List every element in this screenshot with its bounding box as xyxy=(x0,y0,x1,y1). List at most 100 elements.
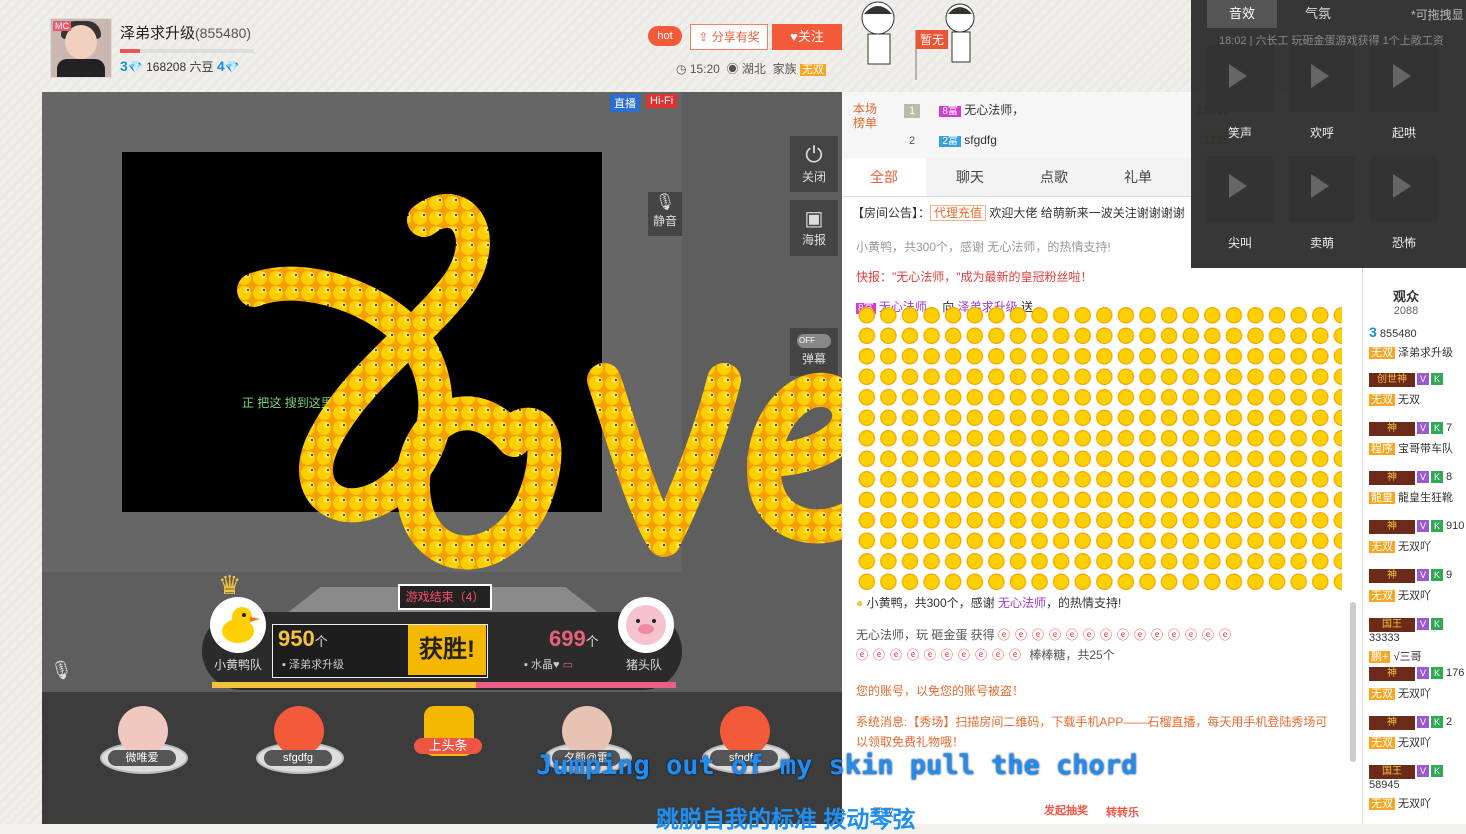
lollipop-icons: ⓔⓔⓔⓔⓔⓔⓔⓔⓔⓔ xyxy=(856,648,1027,662)
tab-sound-effects[interactable]: 音效 xyxy=(1207,0,1277,28)
wealth-badge: 8富 xyxy=(939,106,961,117)
lyric-chinese: 跳脱自我的标准 拨动琴弦 xyxy=(656,806,916,832)
audience-row[interactable]: 神VK 7 程序 宝哥带车队 xyxy=(1369,422,1466,470)
tab-all[interactable]: 全部 xyxy=(842,158,926,196)
user-id: 33333 xyxy=(1369,632,1400,644)
fan-avatar xyxy=(118,706,168,756)
level-badge: 神 xyxy=(1369,520,1415,534)
share-button[interactable]: ⇪ 分享有奖 xyxy=(690,24,768,50)
user-id: 2 xyxy=(1443,716,1453,728)
user-name: 泽弟求升级 xyxy=(1395,347,1454,359)
vip-badge: V xyxy=(1417,471,1429,483)
effect-cute[interactable] xyxy=(1289,156,1355,222)
audience-row[interactable]: 神VK 9 无双 无双吖 xyxy=(1369,569,1466,617)
pk-progress-left xyxy=(212,682,476,688)
chat-message: 小黄鸭，共300个，感谢 无心法师，的热情支持! xyxy=(856,240,1111,254)
egg-message: 无心法师，玩 砸金蛋 获得 ⓔⓔⓔⓔⓔⓔⓔⓔⓔⓔⓔⓔⓔⓔ xyxy=(856,628,1237,642)
host-avatar[interactable]: MC xyxy=(50,18,112,78)
beans-count: 168208 六豆 xyxy=(146,60,214,74)
fan-item[interactable]: sfgdfg xyxy=(248,698,348,798)
play-icon xyxy=(1229,174,1247,198)
user-id: 176 xyxy=(1443,667,1465,679)
fan-avatar xyxy=(274,706,324,756)
diamond-icon: 💎 xyxy=(224,60,240,74)
effect-cheer[interactable] xyxy=(1289,46,1355,112)
k-badge: K xyxy=(1431,618,1443,630)
tab-audience[interactable]: 观众 2088 xyxy=(1369,274,1443,317)
crown-icon: ♛ xyxy=(218,570,242,600)
audience-row[interactable]: 3 855480 无双 泽弟求升级 xyxy=(1369,324,1466,372)
tab-chat[interactable]: 聊天 xyxy=(928,158,1012,196)
hifi-badge[interactable]: Hi-Fi xyxy=(646,94,678,108)
effect-label: 起哄 xyxy=(1391,126,1416,140)
level-badge: 神 xyxy=(1369,716,1415,730)
family-tag: 无双 xyxy=(1369,590,1395,602)
audience-row[interactable]: 神VK 910 无双 无双吖 xyxy=(1369,520,1466,568)
duck-team-label: 小黄鸭队 xyxy=(214,658,263,672)
effect-laugh[interactable] xyxy=(1207,46,1273,112)
audience-row[interactable]: 国王 V K 33333 鹏+ √三哥 xyxy=(1369,618,1466,666)
k-badge: K xyxy=(1431,422,1443,434)
vip-badge: V xyxy=(1417,569,1429,581)
rank-row[interactable]: 1 8富 无心法师， 15190 xyxy=(904,96,1230,124)
level-badge: 神 xyxy=(1369,422,1415,436)
fan-item[interactable]: sfgdfg xyxy=(694,698,794,798)
wealth-badge: 2富 xyxy=(939,136,961,147)
level-left: 3 xyxy=(120,58,128,74)
room-notice: 【房间公告】： 代理充值 欢迎大佬 给萌新来一波关注谢谢谢谢 xyxy=(852,205,1185,221)
audience-row[interactable]: 神VK 176 无双 无双吖 xyxy=(1369,667,1466,715)
rank-row[interactable]: 2 2富 sfgdfg 1710 xyxy=(904,126,1230,154)
live-badge: 直播 xyxy=(610,94,640,112)
audience-row[interactable]: 神VK 8 龍皇 龍皇生狂靴 xyxy=(1369,471,1466,519)
chat-scrollbar[interactable] xyxy=(1350,602,1356,762)
ranking-label[interactable]: 本场榜单 xyxy=(852,102,878,130)
location: 湖北 xyxy=(741,62,766,76)
fan-name: sfgdfg xyxy=(264,750,332,766)
level-badge: 神 xyxy=(1369,569,1415,583)
duck-team-avatar[interactable] xyxy=(210,597,266,653)
tab-songs[interactable]: 点歌 xyxy=(1012,158,1096,196)
love-ducks-animation xyxy=(237,194,881,570)
effect-boo[interactable] xyxy=(1371,46,1437,112)
pig-team-avatar[interactable] xyxy=(618,597,674,653)
live-time: 15:20 xyxy=(689,62,720,76)
follow-button[interactable]: ♥关注 xyxy=(772,24,842,50)
voice-icon[interactable]: 🎙 xyxy=(50,660,73,681)
effect-horror[interactable] xyxy=(1371,156,1437,222)
lyric-english: Jumping out of my skin pull the chord xyxy=(536,750,1138,781)
effect-scream[interactable] xyxy=(1207,156,1273,222)
audience-row[interactable]: 国王 V K 58945 无双 无双吖 xyxy=(1369,765,1466,813)
play-icon xyxy=(1311,64,1329,88)
diamond-icon: 💎 xyxy=(127,60,143,74)
family-tag[interactable]: 无双 xyxy=(799,64,826,76)
duck-icon xyxy=(222,607,260,643)
headline-button[interactable]: 上头条 xyxy=(398,698,498,798)
family-tag: 程序 xyxy=(1369,443,1395,455)
audience-row[interactable]: 创世神 V K 无双 无双 xyxy=(1369,373,1466,421)
fan-item[interactable]: 夕颜@雷 xyxy=(536,698,636,798)
family-tag: 龍皇 xyxy=(1369,492,1395,504)
lottery-button[interactable]: 发起抽奖 xyxy=(1044,802,1088,818)
candy-message: ⓔⓔⓔⓔⓔⓔⓔⓔⓔⓔ 棒棒糖，共25个 xyxy=(856,648,1115,662)
game-over-label: 游戏结束（4） xyxy=(398,584,492,610)
family-tag: 无双 xyxy=(1369,347,1395,359)
user-name: 龍皇生狂靴 xyxy=(1395,492,1454,504)
user-name: 宝哥带车队 xyxy=(1395,443,1454,455)
user-name: 无双吖 xyxy=(1395,688,1432,700)
tab-gifts[interactable]: 礼单 xyxy=(1096,158,1180,196)
room-id: (855480) xyxy=(195,25,252,41)
family-tag: 无双 xyxy=(1369,541,1395,553)
right-score: 699个 xyxy=(549,626,599,651)
user-name: 无双吖 xyxy=(1395,737,1432,749)
play-icon xyxy=(1229,64,1247,88)
tab-atmosphere[interactable]: 气氛 xyxy=(1283,0,1353,28)
audience-row[interactable]: 神VK 2 无双 无双吖 xyxy=(1369,716,1466,764)
video-player[interactable]: 直播 Hi-Fi 🎙 静音 正 把这 搜到这里 ⏻ 关闭 ▣ 海报 OFF 弹幕 游戏结… xyxy=(42,92,881,692)
spin-button[interactable]: 转转乐 xyxy=(1106,804,1139,820)
fan-item[interactable]: 微唯爱 xyxy=(92,698,192,798)
win-badge: 获胜! xyxy=(408,625,486,675)
pig-icon xyxy=(626,605,666,645)
effect-label: 尖叫 xyxy=(1227,236,1252,250)
user-name: 无双吖 xyxy=(1395,590,1432,602)
share-icon: ⇪ xyxy=(698,30,712,44)
